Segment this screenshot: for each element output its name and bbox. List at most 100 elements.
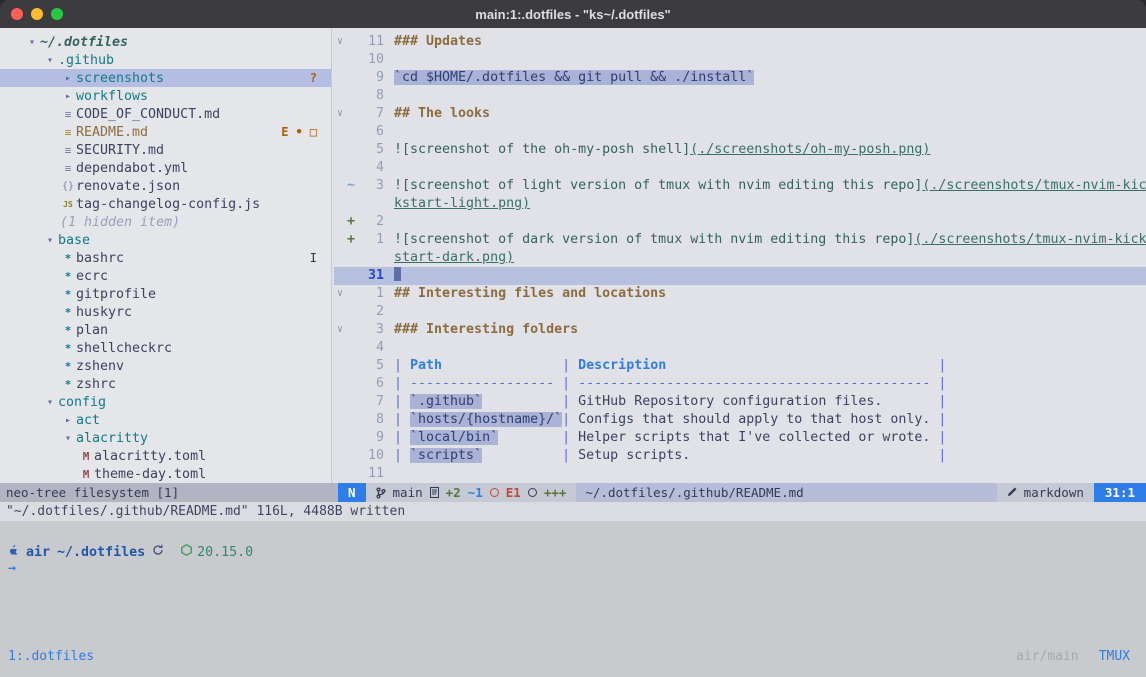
tree-item[interactable]: ≡CODE_OF_CONDUCT.md [0,105,331,123]
cursor-position: 31:1 [1094,483,1146,502]
chevron-down-icon[interactable]: ▾ [42,397,58,408]
refresh-icon [152,544,164,560]
editor-line[interactable]: 8| `hosts/{hostname}/`| Configs that sho… [334,411,1146,429]
tree-item[interactable]: *gitprofile [0,285,331,303]
line-text: start-dark.png) [394,249,1146,267]
close-button[interactable] [11,8,23,20]
tree-item[interactable]: *zshenv [0,357,331,375]
line-number: 10 [356,51,384,69]
fold-column [334,249,346,267]
editor-line[interactable]: 7| `.github` | GitHub Repository configu… [334,393,1146,411]
line-text [394,465,1146,483]
tree-item[interactable]: *shellcheckrc [0,339,331,357]
tree-item[interactable]: ▸screenshots? [0,69,331,87]
editor-line[interactable]: 31 [334,267,1146,285]
editor-line[interactable]: 9`cd $HOME/.dotfiles && git pull && ./in… [334,69,1146,87]
tree-item-label: ecrc [76,269,108,284]
chevron-right-icon[interactable]: ▸ [60,73,76,84]
editor-line[interactable]: 10 [334,51,1146,69]
minimize-button[interactable] [31,8,43,20]
fold-open-icon[interactable]: ∨ [334,105,346,123]
editor-line[interactable]: 4 [334,159,1146,177]
editor-line[interactable]: 5![screenshot of the oh-my-posh shell](.… [334,141,1146,159]
zoom-button[interactable] [51,8,63,20]
editor-line[interactable]: ∨7## The looks [334,105,1146,123]
fold-open-icon[interactable]: ∨ [334,33,346,51]
fold-open-icon[interactable]: ∨ [334,285,346,303]
tree-item-label: gitprofile [76,287,156,302]
line-text: ### Updates [394,33,1146,51]
tree-item[interactable]: ▸act [0,411,331,429]
sign-column [346,465,356,483]
chevron-right-icon[interactable]: ▸ [60,91,76,102]
editor[interactable]: ∨11### Updates109`cd $HOME/.dotfiles && … [332,28,1146,483]
editor-line[interactable]: 2 [334,303,1146,321]
line-text: | `.github` | GitHub Repository configur… [394,393,1146,411]
editor-line[interactable]: ∨11### Updates [334,33,1146,51]
line-text: | `local/bin` | Helper scripts that I've… [394,429,1146,447]
tree-item[interactable]: ▾.github [0,51,331,69]
js-icon: JS [60,200,76,209]
editor-line[interactable]: ∨1## Interesting files and locations [334,285,1146,303]
line-text [394,123,1146,141]
chevron-down-icon[interactable]: ▾ [42,55,58,66]
git-branch-name: main [393,483,423,502]
shell-pane[interactable]: air ~/.dotfiles 20.15.0 → 1:.dotfiles ai… [0,521,1146,677]
tree-item[interactable]: ▾alacritty [0,429,331,447]
chevron-down-icon[interactable]: ▾ [24,37,40,48]
editor-line[interactable]: start-dark.png) [334,249,1146,267]
sign-column [346,411,356,429]
tree-item[interactable]: ▸workflows [0,87,331,105]
tree-item[interactable]: *ecrc [0,267,331,285]
editor-line[interactable]: 6| ------------------ | ----------------… [334,375,1146,393]
editor-line[interactable]: kstart-light.png) [334,195,1146,213]
editor-line[interactable]: 9| `local/bin` | Helper scripts that I'v… [334,429,1146,447]
tree-item[interactable]: *zshrc [0,375,331,393]
tree-item[interactable]: *huskyrc [0,303,331,321]
chevron-down-icon[interactable]: ▾ [42,235,58,246]
tree-item[interactable]: JStag-changelog-config.js [0,195,331,213]
node-version: 20.15.0 [197,545,253,560]
tree-item[interactable]: Malacritty.toml [0,447,331,465]
chevron-down-icon[interactable]: ▾ [60,433,76,444]
editor-line[interactable]: +2 [334,213,1146,231]
line-number: 10 [356,447,384,465]
tree-item[interactable]: ▾config [0,393,331,411]
tmux-window[interactable]: 1:.dotfiles [8,649,94,664]
node-icon [181,544,192,560]
fold-open-icon[interactable]: ∨ [334,321,346,339]
tree-item[interactable]: ▾base [0,231,331,249]
tree-item-label: workflows [76,89,148,104]
editor-line[interactable]: ∨3### Interesting folders [334,321,1146,339]
editor-line[interactable]: 4 [334,339,1146,357]
file-icon: * [60,378,76,391]
tree-item-label: theme-day.toml [94,467,206,482]
line-text: | ------------------ | -----------------… [394,375,1146,393]
sign-column [346,447,356,465]
line-number: 8 [356,411,384,429]
editor-line[interactable]: ~3![screenshot of light version of tmux … [334,177,1146,195]
chevron-right-icon[interactable]: ▸ [60,415,76,426]
fold-column [334,141,346,159]
editor-line[interactable]: 6 [334,123,1146,141]
tree-item[interactable]: ≡dependabot.yml [0,159,331,177]
tree-item[interactable]: (1 hidden item) [0,213,331,231]
line-number: 2 [356,303,384,321]
tree-item[interactable]: *bashrcI [0,249,331,267]
tree-item[interactable]: *plan [0,321,331,339]
nvim-pane: ▾~/.dotfiles▾.github▸screenshots?▸workfl… [0,28,1146,483]
editor-line[interactable]: 10| `scripts` | Setup scripts. | [334,447,1146,465]
git-branch-icon [376,487,386,499]
tree-item[interactable]: ▾~/.dotfiles [0,33,331,51]
editor-line[interactable]: 11 [334,465,1146,483]
tree-item[interactable]: Mtheme-day.toml [0,465,331,483]
tree-item[interactable]: ≡README.mdE•□ [0,123,331,141]
editor-line[interactable]: 5| Path | Description | [334,357,1146,375]
titlebar: main:1:.dotfiles - "ks~/.dotfiles" [0,0,1146,28]
tree-item[interactable]: ≡SECURITY.md [0,141,331,159]
git-sign-icon: + [346,213,356,231]
tree-item[interactable]: {}renovate.json [0,177,331,195]
toml-icon: M [78,468,94,481]
editor-line[interactable]: 8 [334,87,1146,105]
editor-line[interactable]: +1![screenshot of dark version of tmux w… [334,231,1146,249]
